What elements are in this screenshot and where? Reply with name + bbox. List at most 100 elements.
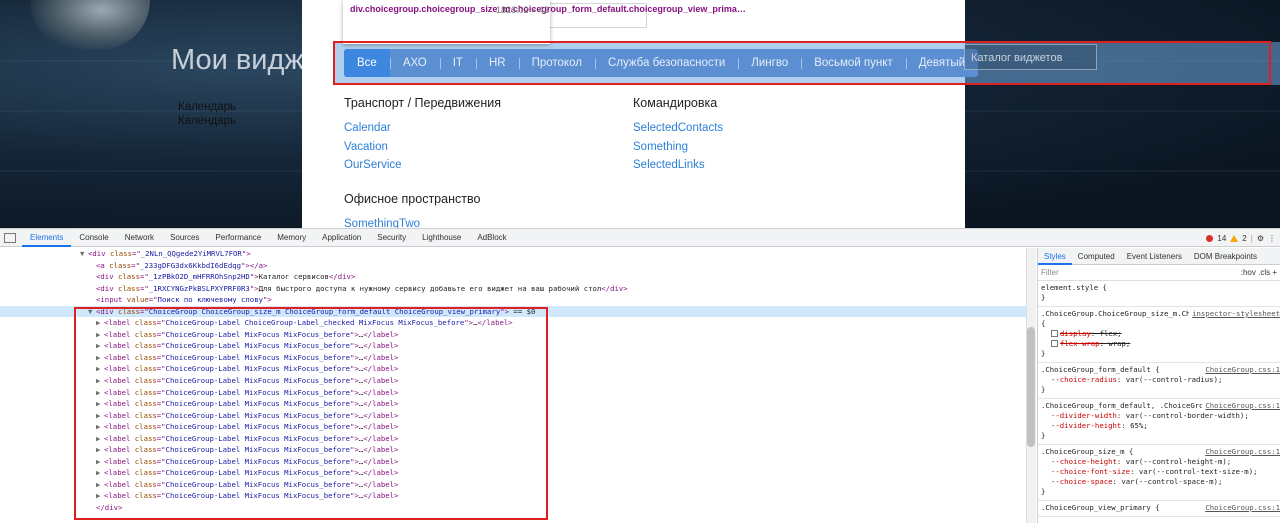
choice-option[interactable]: IT bbox=[439, 49, 476, 77]
devtools-tab[interactable]: Memory bbox=[269, 229, 314, 247]
dom-node-line[interactable]: ▶ <label class="ChoiceGroup-Label MixFocu… bbox=[0, 479, 1026, 491]
expand-toggle-icon[interactable]: ▶ bbox=[96, 352, 104, 364]
styles-filter[interactable]: Filter :hov .cls + bbox=[1038, 265, 1280, 281]
css-property[interactable]: --choice-radius: var(--control-radius); bbox=[1041, 375, 1277, 385]
devtools-tab[interactable]: Application bbox=[314, 229, 369, 247]
dom-node-line[interactable]: ▶ <label class="ChoiceGroup-Label MixFocu… bbox=[0, 363, 1026, 375]
property-name[interactable]: --divider-height bbox=[1051, 421, 1121, 430]
dom-node-line[interactable]: ▶ <label class="ChoiceGroup-Label MixFocu… bbox=[0, 433, 1026, 445]
dom-node-line[interactable]: ▶ <label class="ChoiceGroup-Label MixFocu… bbox=[0, 410, 1026, 422]
css-property[interactable]: flex-wrap: wrap; bbox=[1041, 339, 1277, 349]
expand-toggle-icon[interactable]: ▶ bbox=[96, 467, 104, 479]
expand-toggle-icon[interactable]: ▶ bbox=[96, 479, 104, 491]
css-property[interactable]: --divider-width: var(--control-border-wi… bbox=[1041, 411, 1277, 421]
property-value[interactable]: var(--control-border-width); bbox=[1126, 411, 1249, 420]
expand-toggle-icon[interactable]: ▶ bbox=[96, 421, 104, 433]
expand-toggle-icon[interactable]: ▶ bbox=[96, 456, 104, 468]
dom-node-line[interactable]: <div class="_1RXCYNGzPkBSLPXYPRF0R3">Для… bbox=[0, 283, 1026, 295]
widget-catalog-button[interactable]: Каталог виджетов bbox=[964, 44, 1097, 70]
property-name[interactable]: --divider-width bbox=[1051, 411, 1117, 420]
service-link[interactable]: SelectedContacts bbox=[633, 122, 723, 134]
devtools-tab[interactable]: Lighthouse bbox=[414, 229, 469, 247]
css-source-link[interactable]: inspector-stylesheet bbox=[1189, 309, 1280, 319]
scrollbar-thumb[interactable] bbox=[1027, 327, 1035, 447]
choice-option[interactable]: Служба безопасности bbox=[594, 49, 738, 77]
service-link[interactable]: OurService bbox=[344, 159, 402, 171]
dom-node-line[interactable]: ▼ <div class="_2NLn_QQgede2YiMRVL7FOR"> bbox=[0, 248, 1026, 260]
devtools-tab[interactable]: Security bbox=[369, 229, 414, 247]
filter-tools[interactable]: :hov .cls + bbox=[1241, 268, 1277, 278]
dom-node-line[interactable]: </div> bbox=[0, 502, 1026, 514]
expand-toggle-icon[interactable]: ▶ bbox=[96, 387, 104, 399]
expand-toggle-icon[interactable]: ▶ bbox=[96, 317, 104, 329]
dom-node-line[interactable]: ▶ <label class="ChoiceGroup-Label MixFocu… bbox=[0, 375, 1026, 387]
property-value[interactable]: var(--control-text-size-m); bbox=[1139, 467, 1258, 476]
dom-node-line[interactable]: ▶ <label class="ChoiceGroup-Label MixFocu… bbox=[0, 387, 1026, 399]
widget-calendar-label[interactable]: Календарь bbox=[178, 114, 236, 128]
property-checkbox[interactable] bbox=[1051, 330, 1058, 337]
choice-option[interactable]: Все bbox=[344, 49, 390, 77]
warning-count[interactable]: 2 bbox=[1242, 234, 1246, 243]
dom-node-line[interactable]: ▶ <label class="ChoiceGroup-Label MixFocu… bbox=[0, 456, 1026, 468]
dom-node-line[interactable]: ▶ <label class="ChoiceGroup-Label MixFocu… bbox=[0, 329, 1026, 341]
expand-toggle-icon[interactable]: ▶ bbox=[96, 398, 104, 410]
css-property[interactable]: --choice-font-size: var(--control-text-s… bbox=[1041, 467, 1277, 477]
expand-toggle-icon[interactable]: ▶ bbox=[96, 340, 104, 352]
styles-tab[interactable]: Computed bbox=[1072, 248, 1121, 265]
dom-node-line[interactable]: ▼ <div class="ChoiceGroup ChoiceGroup_siz… bbox=[0, 305, 1026, 318]
property-name[interactable]: flex-wrap bbox=[1060, 339, 1100, 348]
devtools-tab[interactable]: AdBlock bbox=[469, 229, 514, 247]
service-link[interactable]: SomethingTwo bbox=[344, 218, 420, 228]
css-source-link[interactable]: ChoiceGroup.css:1 bbox=[1202, 447, 1280, 457]
devtools-tab[interactable]: Performance bbox=[207, 229, 269, 247]
filter-input[interactable]: Filter bbox=[1041, 268, 1059, 278]
dom-node-line[interactable]: ▶ <label class="ChoiceGroup-Label MixFocu… bbox=[0, 490, 1026, 502]
service-link[interactable]: Vacation bbox=[344, 141, 388, 153]
devtools-tab[interactable]: Console bbox=[71, 229, 116, 247]
more-icon[interactable]: ⋮ bbox=[1268, 234, 1276, 243]
choice-option[interactable]: HR bbox=[475, 49, 519, 77]
property-name[interactable]: --choice-radius bbox=[1051, 375, 1117, 384]
property-value[interactable]: flex; bbox=[1100, 329, 1122, 338]
service-link[interactable]: Calendar bbox=[344, 122, 391, 134]
service-link[interactable]: SelectedLinks bbox=[633, 159, 705, 171]
dom-node-line[interactable]: ▶ <label class="ChoiceGroup-Label ChoiceG… bbox=[0, 317, 1026, 329]
error-count[interactable]: 14 bbox=[1217, 234, 1226, 243]
css-source-link[interactable]: ChoiceGroup.css:1 bbox=[1202, 365, 1280, 375]
property-value[interactable]: var(--control-height-m); bbox=[1126, 457, 1231, 466]
expand-toggle-icon[interactable]: ▶ bbox=[96, 329, 104, 341]
dom-node-line[interactable]: ▶ <label class="ChoiceGroup-Label MixFocu… bbox=[0, 352, 1026, 364]
devtools-tab[interactable]: Network bbox=[117, 229, 162, 247]
expand-toggle-icon[interactable]: ▶ bbox=[96, 375, 104, 387]
expand-toggle-icon[interactable]: ▶ bbox=[96, 490, 104, 502]
expand-toggle-icon[interactable]: ▶ bbox=[96, 363, 104, 375]
devtools-tab[interactable]: Sources bbox=[162, 229, 207, 247]
property-value[interactable]: 65%; bbox=[1130, 421, 1148, 430]
dom-node-line[interactable]: ▶ <label class="ChoiceGroup-Label MixFocu… bbox=[0, 444, 1026, 456]
property-name[interactable]: --choice-font-size bbox=[1051, 467, 1130, 476]
styles-tab[interactable]: Event Listeners bbox=[1121, 248, 1188, 265]
devtools-tab[interactable]: Elements bbox=[22, 229, 72, 247]
property-name[interactable]: --choice-space bbox=[1051, 477, 1113, 486]
expand-toggle-icon[interactable]: ▼ bbox=[88, 306, 96, 318]
device-toolbar-icon[interactable] bbox=[4, 232, 16, 243]
expand-toggle-icon[interactable]: ▼ bbox=[80, 248, 88, 260]
service-link[interactable]: Something bbox=[633, 141, 688, 153]
dom-node-line[interactable]: ▶ <label class="ChoiceGroup-Label MixFocu… bbox=[0, 421, 1026, 433]
gear-icon[interactable]: ⚙ bbox=[1257, 234, 1264, 243]
styles-tab[interactable]: Styles bbox=[1038, 248, 1072, 265]
dom-node-line[interactable]: <div class="_1zPBkO2D_mHFRROhSnp2HD">Кат… bbox=[0, 271, 1026, 283]
dom-node-line[interactable]: <a class="_233gDFG3dx6KkbdI6dEdqg"></a> bbox=[0, 260, 1026, 272]
css-source-link[interactable]: ChoiceGroup.css:1 bbox=[1202, 503, 1280, 513]
css-property[interactable]: --divider-height: 65%; bbox=[1041, 421, 1277, 431]
expand-toggle-icon[interactable]: ▶ bbox=[96, 433, 104, 445]
property-value[interactable]: var(--control-radius); bbox=[1126, 375, 1223, 384]
dom-node-line[interactable]: ▶ <label class="ChoiceGroup-Label MixFocu… bbox=[0, 398, 1026, 410]
css-property[interactable]: display: flex; bbox=[1041, 329, 1277, 339]
widget-calendar-label[interactable]: Календарь bbox=[178, 100, 236, 114]
choice-option[interactable]: Лингво bbox=[738, 49, 801, 77]
property-value[interactable]: var(--control-space-m); bbox=[1121, 477, 1222, 486]
choice-option[interactable]: Восьмой пункт bbox=[801, 49, 905, 77]
property-name[interactable]: --choice-height bbox=[1051, 457, 1117, 466]
css-property[interactable]: --choice-height: var(--control-height-m)… bbox=[1041, 457, 1277, 467]
